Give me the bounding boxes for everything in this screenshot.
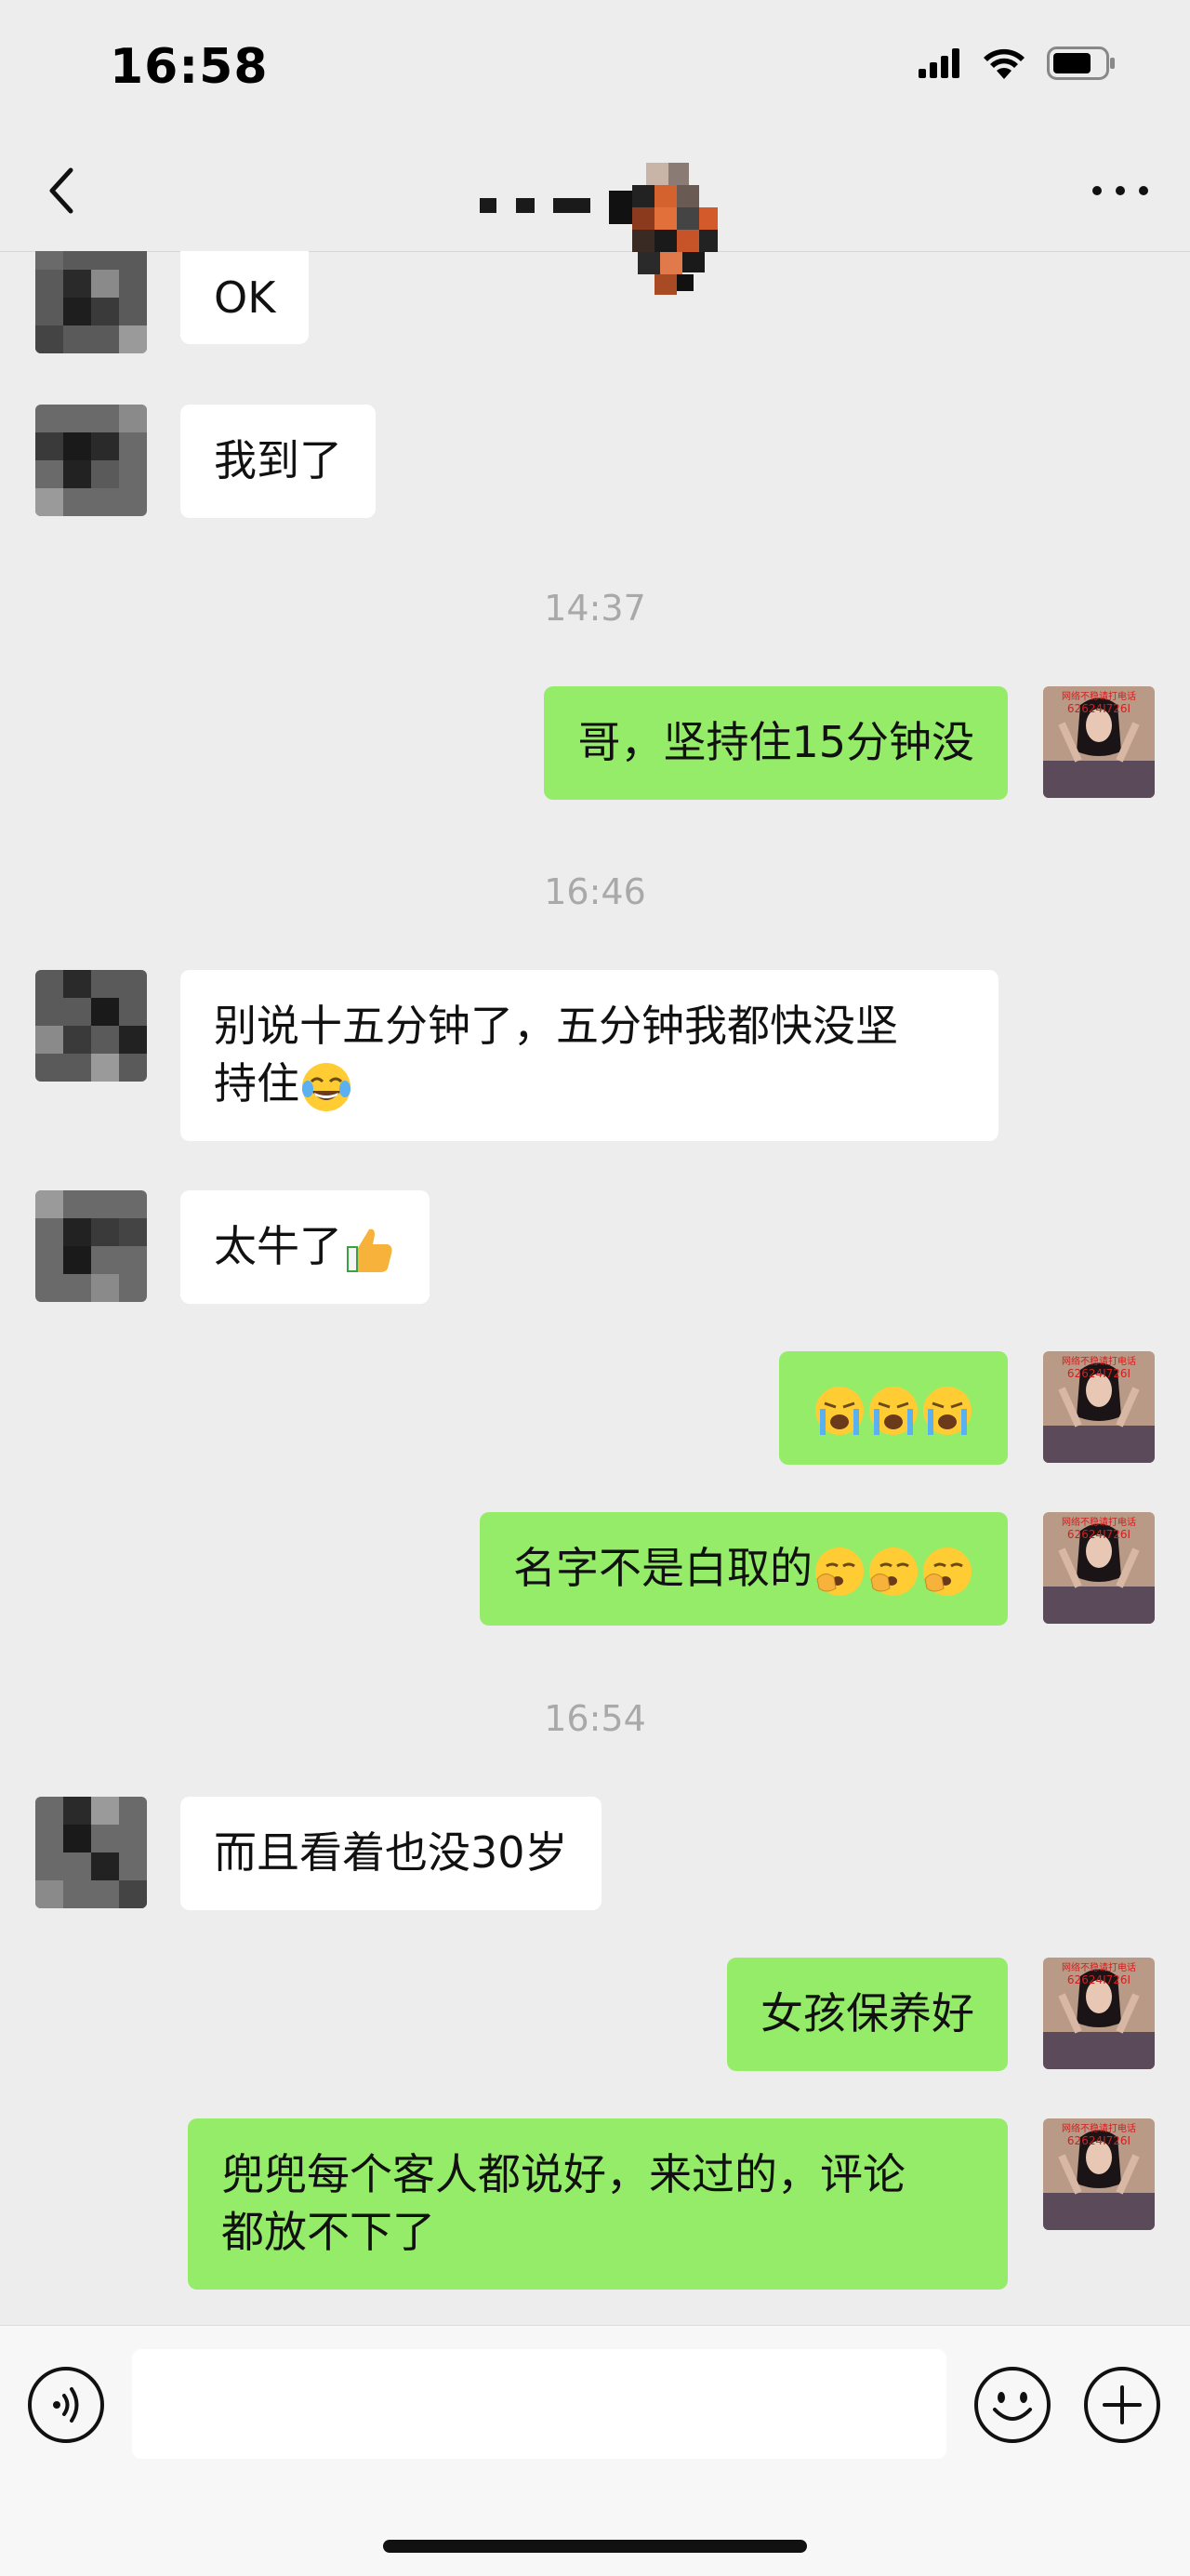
message-text: 太牛了: [214, 1221, 342, 1271]
status-time: 16:58: [110, 39, 269, 95]
loudly-crying-emoji-icon: [923, 1386, 972, 1435]
contact-avatar[interactable]: [35, 251, 147, 353]
message-bubble[interactable]: 名字不是白取的: [480, 1512, 1008, 1626]
voice-icon: [28, 2367, 104, 2443]
tears-of-joy-emoji-icon: [302, 1062, 350, 1111]
emoji-button[interactable]: [972, 2365, 1052, 2445]
yawning-emoji-icon: [869, 1547, 918, 1596]
contact-avatar[interactable]: [35, 1190, 147, 1302]
message-outgoing: 名字不是白取的 网络不稳请打电话 62624I726I: [0, 1512, 1190, 1633]
message-outgoing: 网络不稳请打电话 62624I726I: [0, 1351, 1190, 1472]
chat-message-list[interactable]: OK 我到了 14:37 哥，坚持住15分钟没 网络不稳请打电话 62624I7…: [0, 251, 1190, 2325]
avatar-overlay-text: 62624I726I: [1067, 1973, 1130, 1986]
timestamp: 14:37: [544, 588, 646, 629]
message-outgoing: 兜兜每个客人都说好，来过的，评论 都放不下了 网络不稳请打电话 62624I72…: [0, 2118, 1190, 2295]
own-avatar[interactable]: 网络不稳请打电话 62624I726I: [1043, 1351, 1155, 1463]
status-icons: [919, 46, 1116, 80]
message-text-line1: 别说十五分钟了，五分钟我都快没坚: [214, 1001, 898, 1051]
emoji-icon: [974, 2367, 1051, 2443]
input-bar: [0, 2325, 1190, 2576]
message-incoming: 太牛了: [0, 1190, 1190, 1311]
avatar-overlay-text: 62624I726I: [1067, 702, 1130, 715]
svg-text:网络不稳请打电话: 网络不稳请打电话: [1062, 2122, 1136, 2134]
more-button[interactable]: [1088, 163, 1153, 219]
own-avatar[interactable]: 网络不稳请打电话 62624I726I: [1043, 686, 1155, 798]
timestamp: 16:46: [544, 871, 646, 912]
message-bubble[interactable]: [779, 1351, 1008, 1465]
message-outgoing: 哥，坚持住15分钟没 网络不稳请打电话 62624I726I: [0, 686, 1190, 807]
signal-icon: [919, 48, 959, 78]
back-button[interactable]: [35, 163, 91, 219]
avatar-overlay-text: 62624I726I: [1067, 1528, 1130, 1541]
message-incoming: 别说十五分钟了，五分钟我都快没坚 持住: [0, 970, 1190, 1147]
message-text-line2: 都放不下了: [221, 2207, 435, 2257]
message-bubble[interactable]: OK: [180, 251, 310, 344]
avatar-overlay-text: 62624I726I: [1067, 2134, 1130, 2147]
timestamp: 16:54: [544, 1698, 646, 1739]
message-incoming: 我到了: [0, 405, 1190, 525]
more-icon: [1092, 186, 1148, 195]
plus-icon: [1084, 2367, 1160, 2443]
message-bubble[interactable]: 别说十五分钟了，五分钟我都快没坚 持住: [180, 970, 998, 1141]
own-avatar[interactable]: 网络不稳请打电话 62624I726I: [1043, 1958, 1155, 2069]
message-text-line1: 兜兜每个客人都说好，来过的，评论: [221, 2149, 906, 2199]
message-incoming: 而且看着也没30岁: [0, 1797, 1190, 1918]
message-input[interactable]: [132, 2349, 946, 2459]
plus-button[interactable]: [1082, 2365, 1162, 2445]
battery-icon: [1047, 46, 1115, 80]
message-bubble[interactable]: 女孩保养好: [727, 1958, 1008, 2071]
voice-button[interactable]: [26, 2365, 106, 2445]
yawning-emoji-icon: [923, 1547, 972, 1596]
message-incoming: OK: [0, 251, 1190, 363]
message-bubble[interactable]: 兜兜每个客人都说好，来过的，评论 都放不下了: [188, 2118, 1008, 2290]
message-text-line2: 持住: [214, 1058, 299, 1109]
loudly-crying-emoji-icon: [869, 1386, 918, 1435]
own-avatar[interactable]: 网络不稳请打电话 62624I726I: [1043, 2118, 1155, 2230]
loudly-crying-emoji-icon: [815, 1386, 864, 1435]
contact-avatar[interactable]: [35, 405, 147, 516]
own-avatar[interactable]: 网络不稳请打电话 62624I726I: [1043, 1512, 1155, 1624]
thumbs-up-emoji-icon: [347, 1228, 392, 1272]
svg-text:网络不稳请打电话: 网络不稳请打电话: [1062, 1516, 1136, 1528]
yawning-emoji-icon: [815, 1547, 864, 1596]
message-text: 名字不是白取的: [513, 1543, 813, 1593]
status-bar: 16:58: [0, 0, 1190, 135]
contact-avatar[interactable]: [35, 1797, 147, 1908]
nav-bar: [0, 135, 1190, 295]
wifi-icon: [984, 48, 1025, 79]
message-bubble[interactable]: 太牛了: [180, 1190, 430, 1304]
message-bubble[interactable]: 我到了: [180, 405, 376, 518]
svg-text:网络不稳请打电话: 网络不稳请打电话: [1062, 1355, 1136, 1367]
chevron-left-icon: [49, 167, 73, 214]
message-outgoing: 女孩保养好 网络不稳请打电话 62624I726I: [0, 1958, 1190, 2078]
message-bubble[interactable]: 而且看着也没30岁: [180, 1797, 602, 1910]
svg-text:网络不稳请打电话: 网络不稳请打电话: [1062, 690, 1136, 702]
svg-text:网络不稳请打电话: 网络不稳请打电话: [1062, 1961, 1136, 1973]
avatar-overlay-text: 62624I726I: [1067, 1367, 1130, 1380]
home-indicator: [383, 2540, 807, 2553]
message-bubble[interactable]: 哥，坚持住15分钟没: [544, 686, 1008, 800]
contact-avatar[interactable]: [35, 970, 147, 1082]
